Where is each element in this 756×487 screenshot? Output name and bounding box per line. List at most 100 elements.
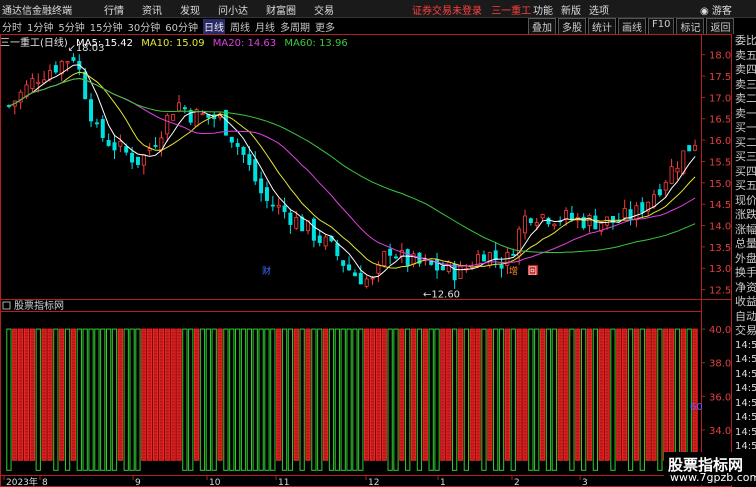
indicator-bar [152,328,159,461]
indicator-bar [616,328,622,461]
menu-options[interactable]: 选项 [589,2,609,17]
indicator-bar [446,328,452,461]
tool-button-1[interactable]: 多股 [558,18,586,35]
candle-body [458,265,463,279]
candle-body [370,277,375,280]
guest-login[interactable]: ◉ 游客 [700,2,732,17]
right-menu: 功能 新版 选项 [533,2,609,17]
period-tab-6[interactable]: 日线 [202,19,225,34]
period-tab-9[interactable]: 多周期 [280,19,310,34]
candle-body [65,61,70,64]
indicator-bar [281,328,288,471]
indicator-bar [328,328,335,471]
indicator-bar [545,328,552,471]
indicator-bar [12,328,18,461]
indicator-bar [123,328,129,471]
period-tab-1[interactable]: 1分钟 [27,19,53,34]
menu-item-zixun[interactable]: 资讯 [142,2,162,17]
candle-body [100,119,105,139]
stock-period-label: 三一重工(日线) [0,38,68,49]
indicator-bar [639,328,645,471]
candle-body [241,146,246,155]
ma-info-bar: 三一重工(日线) MA5: 15.42 MA10: 15.09 MA20: 14… [0,34,700,49]
tool-button-4[interactable]: F10 [648,18,675,35]
candle-body [89,99,94,122]
candle-body [347,264,352,271]
main-menu: 行情 资讯 发现 问小达 财富圈 交易 [104,2,334,17]
candle-body [393,256,398,259]
tool-button-6[interactable]: 返回 [706,18,735,35]
menu-function[interactable]: 功能 [533,2,553,17]
ma20-line [8,77,696,267]
period-tab-2[interactable]: 5分钟 [58,19,84,34]
indicator-bar [6,328,12,471]
candle-body [640,202,645,213]
indicator-bar [311,328,317,471]
menu-item-hangqing[interactable]: 行情 [104,2,124,17]
quote-row-23: 14:56 [735,368,756,380]
indicator-bar [381,328,387,461]
tool-button-2[interactable]: 统计 [588,18,616,35]
indicator-bar [229,328,235,471]
period-tab-4[interactable]: 30分钟 [127,19,160,34]
indicator-bar [76,328,82,471]
candle-body [83,71,88,100]
menu-new-version[interactable]: 新版 [561,2,581,17]
candle-body [176,102,181,112]
date-label-4: 11 [278,478,289,487]
quote-row-27: 14:56 [735,426,756,438]
stock-name: 三一重工 [491,6,532,17]
menu-item-faxian[interactable]: 发现 [180,2,200,17]
candle-body [53,65,58,73]
tool-button-3[interactable]: 画线 [618,18,646,35]
tool-button-0[interactable]: 叠加 [528,18,556,35]
quote-row-7: 买二 [735,135,756,149]
title-bar: 通达信金融终端 行情 资讯 发现 问小达 财富圈 交易 证券交易未登录 三一重工… [0,0,756,18]
indicator-bar [481,328,487,471]
indicator-bar [633,328,640,461]
menu-item-wenxiaoda[interactable]: 问小达 [218,2,248,17]
candle-body [253,159,258,182]
candle-body [634,205,639,221]
indicator-bar [627,328,634,471]
tool-button-5[interactable]: 标记 [676,18,705,35]
candle-body [317,235,322,243]
quote-row-21: 14:56 [735,339,756,351]
login-warning[interactable]: 证券交易未登录 三一重工 [412,2,531,17]
ma60-line [8,77,696,254]
app-name: 通达信金融终端 [2,6,72,17]
period-tab-7[interactable]: 周线 [230,19,250,34]
indicator-bar [399,328,405,461]
indicator-bar [528,328,534,471]
date-label-0: 2023年 [6,476,38,487]
quote-row-14: 总量 [735,237,756,250]
period-tab-0[interactable]: 分时 [2,19,22,34]
date-label-2: 9 [135,478,141,487]
menu-item-caifuquan[interactable]: 财富圈 [266,2,296,17]
event-tag-0: 财 [262,265,271,277]
period-tab-3[interactable]: 15分钟 [90,19,123,34]
quote-row-11: 现价 [735,193,756,207]
candle-body [546,217,551,225]
indicator-bar [23,328,30,461]
period-tab-10[interactable]: 更多 [315,19,335,34]
period-tab-8[interactable]: 月线 [255,19,275,34]
candle-body [294,217,299,229]
indicator-bar [358,328,364,471]
period-tab-5[interactable]: 60分钟 [165,19,198,34]
indicator-bar [176,328,182,461]
chart-canvas[interactable]: 18.0017.5017.0016.5016.0015.5015.0014.50… [0,34,756,487]
candle-body [552,223,557,227]
warning-text: 证券交易未登录 [412,6,482,17]
indicator-bar [604,328,610,461]
indicator-bar [135,328,141,471]
indicator-bar [264,328,270,471]
event-tag-1: 增 [509,265,518,277]
candle-body [687,145,692,152]
quote-row-15: 外盘 [735,251,756,265]
indicator-bar [645,328,651,461]
menu-item-jiaoyi[interactable]: 交易 [314,2,334,17]
indicator-bar [235,328,241,471]
quote-row-20: 交易 [735,324,756,337]
candle-body [229,136,234,143]
